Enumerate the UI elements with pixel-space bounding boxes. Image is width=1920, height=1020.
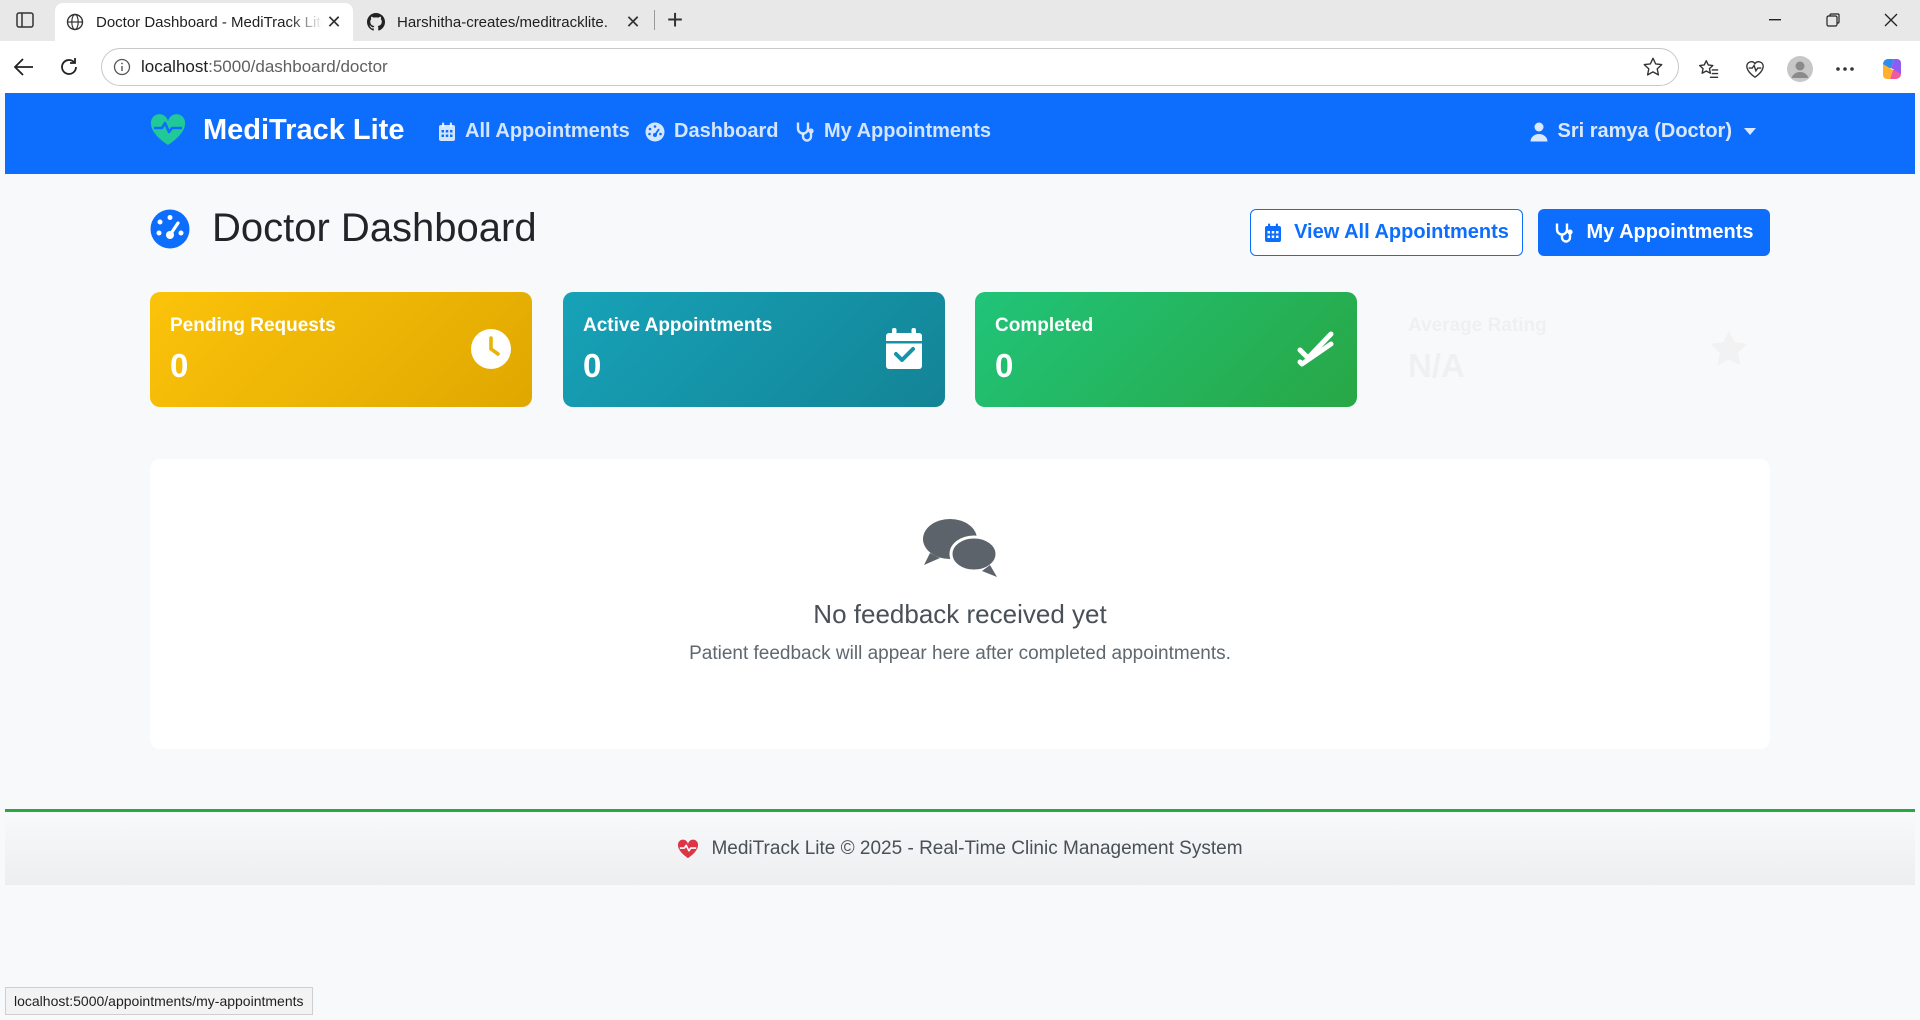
nav-dashboard[interactable]: Dashboard xyxy=(645,120,778,143)
health-heart-icon[interactable] xyxy=(1739,53,1771,85)
favorites-icon[interactable] xyxy=(1693,53,1725,85)
calendar-check-icon xyxy=(883,328,925,370)
stat-card-completed: Completed 0 xyxy=(975,292,1357,407)
new-tab-icon[interactable]: + xyxy=(662,4,688,35)
stat-label: Pending Requests xyxy=(170,315,336,336)
comments-icon xyxy=(923,519,999,577)
app-navbar: MediTrack Lite All Appointments Dashboar… xyxy=(5,93,1915,174)
browser-tab-github[interactable]: Harshitha-creates/meditracklite. ✕ xyxy=(356,3,652,41)
stat-label: Average Rating xyxy=(1408,315,1547,336)
close-window-icon[interactable] xyxy=(1868,6,1914,34)
back-arrow-icon[interactable] xyxy=(10,53,38,81)
double-check-icon xyxy=(1295,328,1337,370)
profile-avatar-icon[interactable] xyxy=(1784,53,1816,85)
more-options-icon[interactable] xyxy=(1829,53,1861,85)
stat-card-active: Active Appointments 0 xyxy=(563,292,945,407)
heartbeat-icon xyxy=(678,839,699,858)
chevron-down-icon xyxy=(1744,128,1756,135)
browser-tab-bar: Doctor Dashboard - MediTrack Lite ✕ Hars… xyxy=(0,0,1920,41)
reload-icon[interactable] xyxy=(55,53,83,81)
stat-value: 0 xyxy=(170,347,189,384)
nav-all-appointments-label: All Appointments xyxy=(465,120,630,142)
clock-icon xyxy=(470,328,512,370)
tab-title: Harshitha-creates/meditracklite. xyxy=(397,13,608,31)
browser-toolbar: localhost:5000/dashboard/doctor xyxy=(0,41,1920,93)
my-appointments-button[interactable]: My Appointments xyxy=(1538,209,1770,256)
nav-dashboard-label: Dashboard xyxy=(674,120,779,142)
empty-state-title: No feedback received yet xyxy=(813,599,1107,629)
nav-my-appointments-label: My Appointments xyxy=(824,120,992,142)
nav-all-appointments[interactable]: All Appointments xyxy=(438,120,630,143)
address-bar[interactable]: localhost:5000/dashboard/doctor xyxy=(101,48,1679,86)
footer: MediTrack Lite © 2025 - Real-Time Clinic… xyxy=(5,809,1915,885)
brand-name: MediTrack Lite xyxy=(203,113,405,146)
view-all-appointments-label: View All Appointments xyxy=(1294,221,1509,243)
site-info-icon[interactable] xyxy=(111,56,133,78)
close-tab-icon[interactable]: ✕ xyxy=(323,11,345,33)
page-title: Doctor Dashboard xyxy=(150,206,537,251)
calendar-icon xyxy=(1265,223,1282,242)
dashboard-gauge-icon xyxy=(645,122,665,141)
stat-card-pending: Pending Requests 0 xyxy=(150,292,532,407)
stat-card-rating: Average Rating N/A xyxy=(1388,292,1770,407)
link-status-bar: localhost:5000/appointments/my-appointme… xyxy=(5,987,313,1015)
stat-value: 0 xyxy=(583,347,602,384)
favorite-star-icon[interactable] xyxy=(1640,54,1666,80)
user-dropdown[interactable]: Sri ramya (Doctor) xyxy=(1530,120,1756,143)
restore-icon[interactable] xyxy=(1810,6,1856,34)
sidebar-toggle-icon[interactable] xyxy=(12,9,38,31)
empty-state-subtitle: Patient feedback will appear here after … xyxy=(689,643,1231,664)
tab-separator xyxy=(654,10,655,30)
feedback-panel: No feedback received yet Patient feedbac… xyxy=(150,459,1770,749)
user-icon xyxy=(1530,122,1547,141)
stethoscope-icon xyxy=(1556,223,1574,243)
stat-label: Active Appointments xyxy=(583,315,773,336)
tab-title: Doctor Dashboard - MediTrack Lite xyxy=(96,13,323,31)
heartbeat-logo-icon xyxy=(150,114,186,145)
my-appointments-label: My Appointments xyxy=(1586,221,1754,243)
github-icon xyxy=(365,11,387,33)
brand-link[interactable]: MediTrack Lite xyxy=(149,113,404,147)
view-all-appointments-button[interactable]: View All Appointments xyxy=(1250,209,1523,256)
copilot-icon[interactable] xyxy=(1876,53,1908,85)
minimize-icon[interactable] xyxy=(1752,6,1798,34)
user-name: Sri ramya (Doctor) xyxy=(1557,120,1733,142)
dashboard-gauge-icon xyxy=(150,209,190,248)
star-icon xyxy=(1708,328,1750,370)
nav-my-appointments[interactable]: My Appointments xyxy=(795,120,991,143)
url-text: localhost:5000/dashboard/doctor xyxy=(141,57,388,76)
close-tab-icon[interactable]: ✕ xyxy=(622,11,644,33)
globe-icon xyxy=(64,11,86,33)
stethoscope-icon xyxy=(796,122,814,142)
stat-value: 0 xyxy=(995,347,1014,384)
stat-value: N/A xyxy=(1408,347,1465,384)
stat-label: Completed xyxy=(995,315,1094,336)
footer-text: MediTrack Lite © 2025 - Real-Time Clinic… xyxy=(711,837,1243,859)
calendar-icon xyxy=(439,122,455,141)
browser-tab-dashboard[interactable]: Doctor Dashboard - MediTrack Lite ✕ xyxy=(55,3,353,41)
page-title-text: Doctor Dashboard xyxy=(212,206,537,250)
